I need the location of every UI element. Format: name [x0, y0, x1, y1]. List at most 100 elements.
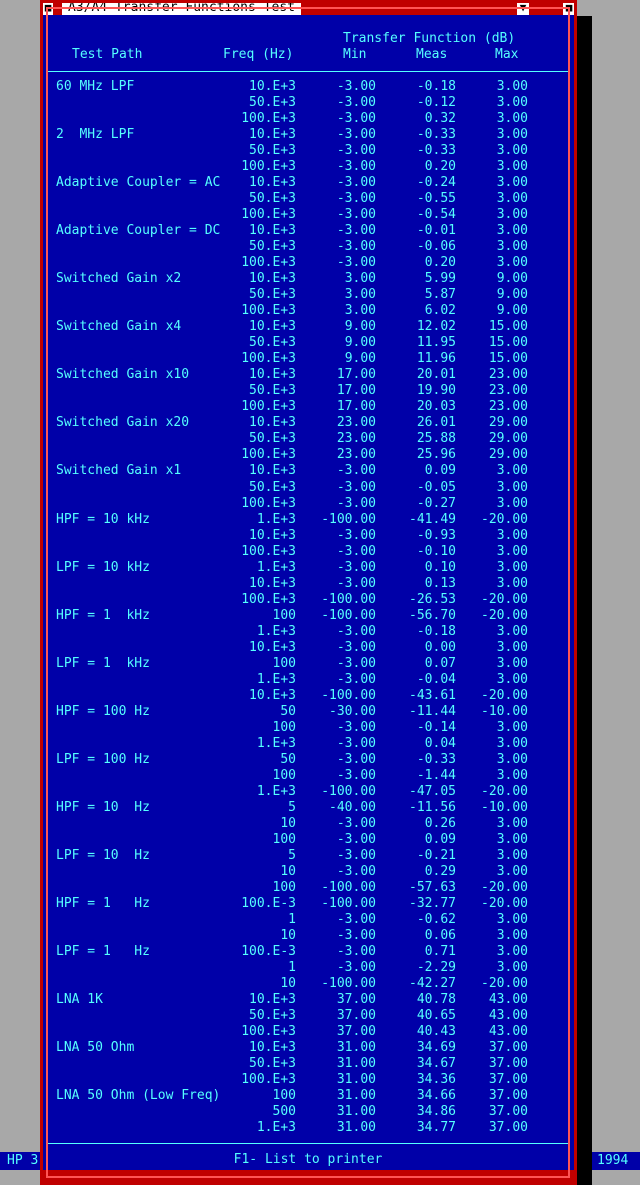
cell-meas: 40.78 — [416, 992, 456, 1007]
cell-freq: 100.E+3 — [241, 399, 296, 414]
cell-min: 3.00 — [344, 287, 376, 302]
cell-max: 3.00 — [496, 223, 528, 238]
cell-freq: 100 — [272, 832, 296, 847]
scroll-down-icon[interactable]: ▼ — [517, 0, 529, 15]
cell-meas: 0.09 — [424, 463, 456, 478]
cell-meas: 0.07 — [424, 656, 456, 671]
cell-max: 3.00 — [496, 255, 528, 270]
cell-freq: 1.E+3 — [256, 784, 296, 799]
cell-max: 43.00 — [488, 1008, 528, 1023]
cell-freq: 5 — [288, 848, 296, 863]
cell-max: 3.00 — [496, 496, 528, 511]
cell-freq: 500 — [272, 1104, 296, 1119]
cell-max: 3.00 — [496, 95, 528, 110]
table-row: Adaptive Coupler = DC 10.E+3 -3.00 -0.01 3.0… — [48, 223, 568, 239]
cell-freq: 5 — [288, 800, 296, 815]
cell-max: -20.00 — [481, 896, 528, 911]
cell-freq: 10.E+3 — [249, 576, 296, 591]
cell-meas: -2.29 — [416, 960, 456, 975]
cell-meas: 34.77 — [416, 1120, 456, 1135]
cell-max: 3.00 — [496, 672, 528, 687]
cell-max: 43.00 — [488, 1024, 528, 1039]
cell-meas: 34.66 — [416, 1088, 456, 1103]
cell-test-path: Switched Gain x2 — [56, 271, 182, 286]
cell-meas: -47.05 — [409, 784, 456, 799]
cell-freq: 10.E+3 — [249, 1040, 296, 1055]
cell-min: -3.00 — [336, 191, 376, 206]
cell-meas: -41.49 — [409, 512, 456, 527]
cell-meas: -56.70 — [409, 608, 456, 623]
cell-test-path: 2 MHz LPF — [56, 127, 135, 142]
cell-meas: 40.43 — [416, 1024, 456, 1039]
cell-min: -100.00 — [321, 608, 376, 623]
cell-freq: 10.E+3 — [249, 992, 296, 1007]
cell-min: -3.00 — [336, 255, 376, 270]
cell-min: 9.00 — [344, 335, 376, 350]
cell-meas: 0.04 — [424, 736, 456, 751]
cell-max: -20.00 — [481, 784, 528, 799]
cell-test-path: Adaptive Coupler = DC — [56, 223, 221, 238]
cell-meas: -43.61 — [409, 688, 456, 703]
status-left-text: HP 3 — [7, 1153, 39, 1168]
cell-freq: 100.E+3 — [241, 1024, 296, 1039]
cell-max: 37.00 — [488, 1040, 528, 1055]
cell-max: 9.00 — [496, 303, 528, 318]
cell-min: 31.00 — [336, 1040, 376, 1055]
cell-max: -10.00 — [481, 800, 528, 815]
table-row: HPF = 1 kHz 100 -100.00 -56.70 -20.00 — [48, 608, 568, 624]
cell-meas: 26.01 — [416, 415, 456, 430]
cell-meas: -1.44 — [416, 768, 456, 783]
cell-freq: 10 — [280, 976, 296, 991]
cell-min: -3.00 — [336, 928, 376, 943]
table-row: 100 -100.00 -57.63 -20.00 — [48, 880, 568, 896]
close-icon[interactable]: ■ — [43, 0, 53, 15]
cell-min: -3.00 — [336, 544, 376, 559]
cell-max: 3.00 — [496, 768, 528, 783]
table-row: 100.E+3 9.00 11.96 15.00 — [48, 351, 568, 367]
table-row: 1.E+3 -3.00 -0.04 3.00 — [48, 672, 568, 688]
table-row: 1.E+3 31.00 34.77 37.00 — [48, 1120, 568, 1136]
cell-test-path: 60 MHz LPF — [56, 79, 135, 94]
table-row: 100.E+3 23.00 25.96 29.00 — [48, 447, 568, 463]
cell-meas: 40.65 — [416, 1008, 456, 1023]
table-row: 1 -3.00 -0.62 3.00 — [48, 912, 568, 928]
cell-min: 3.00 — [344, 271, 376, 286]
cell-meas: 0.20 — [424, 255, 456, 270]
cell-max: 15.00 — [488, 319, 528, 334]
cell-min: -3.00 — [336, 912, 376, 927]
cell-freq: 100 — [272, 768, 296, 783]
cell-meas: -0.18 — [416, 624, 456, 639]
cell-freq: 100.E+3 — [241, 255, 296, 270]
cell-max: 37.00 — [488, 1088, 528, 1103]
cell-freq: 1.E+3 — [256, 560, 296, 575]
table-row: Switched Gain x2 10.E+3 3.00 5.99 9.00 — [48, 271, 568, 287]
cell-meas: 0.09 — [424, 832, 456, 847]
table-row: HPF = 10 Hz 5 -40.00 -11.56 -10.00 — [48, 800, 568, 816]
cell-meas: -0.54 — [416, 207, 456, 222]
table-row: HPF = 10 kHz 1.E+3 -100.00 -41.49 -20.00 — [48, 512, 568, 528]
cell-max: 3.00 — [496, 175, 528, 190]
table-row: 50.E+3 37.00 40.65 43.00 — [48, 1008, 568, 1024]
cell-min: 23.00 — [336, 447, 376, 462]
footer-hint: F1- List to printer — [233, 1152, 383, 1167]
table-row: 60 MHz LPF 10.E+3 -3.00 -0.18 3.00 — [48, 79, 568, 95]
cell-min: -3.00 — [336, 480, 376, 495]
cell-max: 23.00 — [488, 399, 528, 414]
cell-freq: 50.E+3 — [249, 287, 296, 302]
cell-freq: 100 — [272, 656, 296, 671]
table-row: HPF = 100 Hz 50 -30.00 -11.44 -10.00 — [48, 704, 568, 720]
cell-meas: 0.71 — [424, 944, 456, 959]
cell-max: 3.00 — [496, 848, 528, 863]
cell-freq: 50.E+3 — [249, 143, 296, 158]
cell-test-path: LPF = 10 kHz — [56, 560, 150, 575]
cell-meas: -0.33 — [416, 127, 456, 142]
cell-freq: 100.E+3 — [241, 447, 296, 462]
cell-test-path: HPF = 10 kHz — [56, 512, 150, 527]
header-separator — [48, 71, 568, 72]
table-row: LPF = 10 kHz 1.E+3 -3.00 0.10 3.00 — [48, 560, 568, 576]
cell-max: 3.00 — [496, 79, 528, 94]
resize-icon[interactable]: ■ — [563, 0, 575, 15]
table-row: 50.E+3 17.00 19.90 23.00 — [48, 383, 568, 399]
cell-test-path: LNA 1K — [56, 992, 103, 1007]
cell-freq: 1.E+3 — [256, 512, 296, 527]
